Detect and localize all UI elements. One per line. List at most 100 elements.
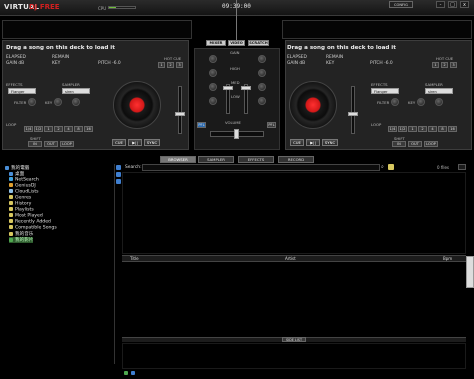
right-hotcue-2[interactable]: 2 <box>441 62 448 68</box>
search-icon[interactable]: ⌕ <box>381 164 386 170</box>
left-hotcue-1[interactable]: 1 <box>158 62 165 68</box>
right-gain-knob[interactable] <box>258 55 266 63</box>
right-loop-toggle[interactable]: LOOP <box>424 141 438 147</box>
right-volume-handle[interactable] <box>241 86 251 90</box>
side-panel-toggle[interactable] <box>466 256 474 288</box>
left-loop-1[interactable]: 1 <box>44 126 53 132</box>
left-hotcue-2[interactable]: 2 <box>167 62 174 68</box>
left-sync-button[interactable]: SYNC <box>144 139 160 146</box>
right-effect-select[interactable]: Flanger <box>371 88 399 94</box>
right-sampler-knob[interactable] <box>435 98 443 106</box>
config-button[interactable]: CONFIG <box>389 1 413 8</box>
left-sampler-select[interactable]: siren <box>62 88 90 94</box>
left-loop-2[interactable]: 2 <box>54 126 63 132</box>
left-loop-4[interactable]: 4 <box>64 126 73 132</box>
left-low-knob[interactable] <box>209 97 217 105</box>
left-out-button[interactable]: OUT <box>44 141 58 147</box>
right-pitch-slider[interactable] <box>351 86 355 134</box>
search-input[interactable] <box>142 164 380 171</box>
right-key-knob[interactable] <box>417 98 425 106</box>
right-loop-8[interactable]: 8 <box>438 126 447 132</box>
list-icon[interactable] <box>131 371 135 375</box>
left-filter-knob[interactable] <box>28 98 36 106</box>
left-cue-button[interactable]: CUE <box>112 139 126 146</box>
left-jog-wheel[interactable] <box>113 81 161 129</box>
tab-video[interactable]: VIDEO <box>228 40 245 46</box>
minimize-button[interactable]: - <box>436 1 445 8</box>
left-med-knob[interactable] <box>209 83 217 91</box>
left-loop-1-4[interactable]: 1/4 <box>24 126 33 132</box>
close-button[interactable]: x <box>460 1 469 8</box>
maximize-button[interactable]: □ <box>448 1 457 8</box>
tab-scratch[interactable]: SCRATCH <box>248 40 269 46</box>
folder-icon[interactable] <box>388 164 394 170</box>
left-gain-knob[interactable] <box>209 55 217 63</box>
right-loop-4[interactable]: 4 <box>428 126 437 132</box>
tree-item-geniusdj[interactable]: GeniusDJ <box>9 183 36 189</box>
right-hotcue-1[interactable]: 1 <box>432 62 439 68</box>
left-pitch-slider[interactable] <box>178 86 182 134</box>
right-pfl-button[interactable]: PFL <box>267 122 276 128</box>
tree-item-recently-added[interactable]: Recently Added <box>9 219 51 225</box>
column-artist[interactable]: Artist <box>285 256 296 261</box>
view-toggle-icon[interactable] <box>458 164 466 170</box>
right-high-knob[interactable] <box>258 69 266 77</box>
tab-record[interactable]: RECORD <box>278 156 314 163</box>
tree-item-playlists[interactable]: Playlists <box>9 207 34 213</box>
tree-item-netsearch[interactable]: NetSearch <box>9 177 39 183</box>
tab-browser[interactable]: BROWSER <box>160 156 196 163</box>
right-filter-knob[interactable] <box>391 98 399 106</box>
left-in-button[interactable]: IN <box>28 141 42 147</box>
left-high-knob[interactable] <box>209 69 217 77</box>
left-key-knob[interactable] <box>54 98 62 106</box>
left-pitch-handle[interactable] <box>175 112 185 116</box>
side-list[interactable] <box>122 343 466 369</box>
tree-item-my-videos[interactable]: 我的影片 <box>9 237 34 243</box>
new-folder-icon[interactable] <box>116 165 121 170</box>
left-loop-8[interactable]: 8 <box>74 126 83 132</box>
tab-sampler[interactable]: SAMPLER <box>198 156 234 163</box>
right-hotcue-3[interactable]: 3 <box>450 62 457 68</box>
right-loop-1[interactable]: 1 <box>408 126 417 132</box>
right-in-button[interactable]: IN <box>392 141 406 147</box>
tree-item-genres[interactable]: Genres <box>9 195 31 201</box>
playlist-icon[interactable] <box>116 172 121 177</box>
left-volume-handle[interactable] <box>223 86 233 90</box>
left-waveform[interactable] <box>2 20 192 39</box>
left-play-button[interactable]: ▶|| <box>128 139 142 146</box>
right-low-knob[interactable] <box>258 97 266 105</box>
left-pfl-button[interactable]: PFL <box>197 122 206 128</box>
tree-item-compatible-songs[interactable]: Compatible Songs <box>9 225 57 231</box>
right-med-knob[interactable] <box>258 83 266 91</box>
filter-icon[interactable] <box>116 179 121 184</box>
column-bpm[interactable]: Bpm <box>443 256 452 261</box>
left-loop-1-2[interactable]: 1/2 <box>34 126 43 132</box>
tab-mixer[interactable]: MIXER <box>206 40 226 46</box>
right-play-button[interactable]: ▶|| <box>306 139 320 146</box>
tab-effects[interactable]: EFFECTS <box>238 156 274 163</box>
right-pitch-handle[interactable] <box>348 112 358 116</box>
right-cue-button[interactable]: CUE <box>290 139 304 146</box>
right-loop-1-4[interactable]: 1/4 <box>388 126 397 132</box>
left-effect-select[interactable]: Flanger <box>8 88 36 94</box>
song-list[interactable] <box>122 263 466 336</box>
side-list-button[interactable]: SIDE LIST <box>282 337 306 342</box>
tree-item-most-played[interactable]: Most Played <box>9 213 43 219</box>
right-loop-16[interactable]: 16 <box>448 126 457 132</box>
left-loop-16[interactable]: 16 <box>84 126 93 132</box>
right-loop-1-2[interactable]: 1/2 <box>398 126 407 132</box>
tree-item-cloudlists[interactable]: CloudLists <box>9 189 39 195</box>
left-sampler-knob[interactable] <box>72 98 80 106</box>
right-loop-2[interactable]: 2 <box>418 126 427 132</box>
right-out-button[interactable]: OUT <box>408 141 422 147</box>
file-list[interactable] <box>122 172 466 254</box>
crossfader-handle[interactable] <box>234 129 239 139</box>
tree-item-history[interactable]: History <box>9 201 31 207</box>
left-loop-toggle[interactable]: LOOP <box>60 141 74 147</box>
left-hotcue-3[interactable]: 3 <box>176 62 183 68</box>
column-title[interactable]: Title <box>130 256 139 261</box>
right-sampler-select[interactable]: siren <box>425 88 453 94</box>
right-waveform[interactable] <box>282 20 472 39</box>
right-sync-button[interactable]: SYNC <box>322 139 338 146</box>
right-jog-wheel[interactable] <box>289 81 337 129</box>
